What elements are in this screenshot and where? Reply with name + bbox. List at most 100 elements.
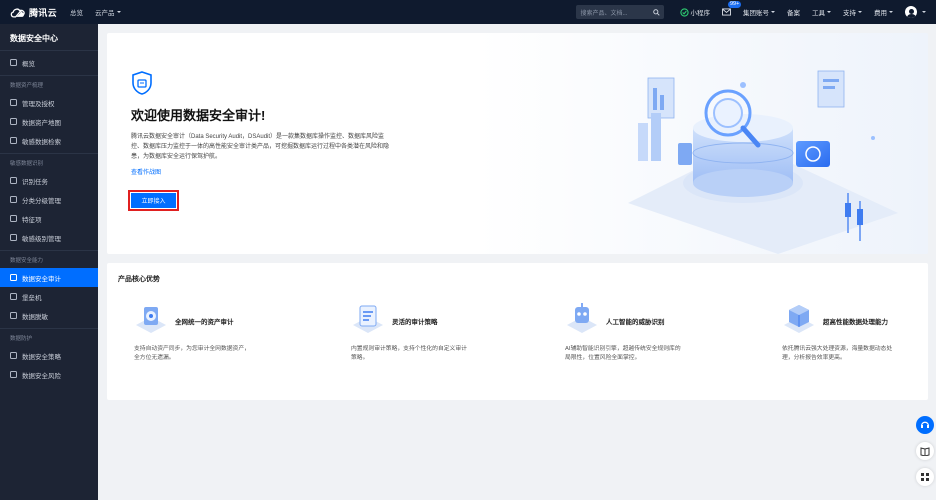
audit-icon bbox=[10, 274, 17, 281]
record-label: 备案 bbox=[787, 10, 800, 17]
overview-icon bbox=[10, 59, 17, 66]
sidebar-divider bbox=[0, 153, 98, 154]
sidebar-item-overview[interactable]: 概览 bbox=[0, 53, 98, 72]
sidebar-item-security-policy[interactable]: 数据安全策略 bbox=[0, 346, 98, 365]
map-icon bbox=[10, 118, 17, 125]
sidebar-item-label: 敏感数据检索 bbox=[22, 138, 61, 146]
sidebar-item-label: 数据脱敏 bbox=[22, 313, 48, 321]
mail-icon bbox=[722, 8, 731, 16]
sidebar-item-label: 特征项 bbox=[22, 216, 42, 224]
sidebar-item-label: 数据安全策略 bbox=[22, 353, 61, 361]
shield-icon bbox=[132, 71, 152, 95]
advantage-description: 支持自动资产同步，为您审计全网数据资产，全方位无遗漏。 bbox=[134, 346, 250, 361]
sidebar-item-bastion[interactable]: 堡垒机 bbox=[0, 287, 98, 306]
sidebar-item-label: 数据安全风险 bbox=[22, 372, 61, 380]
mini-program-label: 小程序 bbox=[690, 10, 711, 17]
access-now-button[interactable]: 立即接入 bbox=[128, 190, 179, 211]
task-icon bbox=[10, 177, 17, 184]
user-menu[interactable] bbox=[905, 6, 926, 18]
grid-icon bbox=[921, 473, 929, 481]
advantages-card: 产品核心优势 全网统一的资产审计 支持自动资产同步，为您审计全网数据资产，全方位… bbox=[107, 263, 928, 400]
sidebar-item-classification[interactable]: 分类分级管理 bbox=[0, 190, 98, 209]
hero-description: 腾讯云数据安全审计（Data Security Audit，DSAudit）是一… bbox=[131, 134, 390, 160]
customer-service-button[interactable] bbox=[916, 416, 934, 434]
sidebar-divider bbox=[0, 250, 98, 251]
audit-policy-icon bbox=[353, 305, 383, 333]
mini-program-button[interactable]: 小程序 bbox=[679, 7, 711, 17]
nav-products-label: 云产品 bbox=[95, 10, 115, 17]
sidebar-group-identify: 敏感数据识别 bbox=[10, 161, 44, 167]
sidebar-item-label: 敏感级别管理 bbox=[22, 235, 61, 243]
sidebar-divider bbox=[0, 50, 98, 51]
chevron-down-icon bbox=[116, 11, 121, 13]
sidebar-group-asset: 数据资产梳理 bbox=[10, 83, 44, 89]
advantage-name: 灵活的审计策略 bbox=[392, 319, 438, 326]
sidebar-item-sensitive-search[interactable]: 敏感数据检索 bbox=[0, 131, 98, 150]
account-menu[interactable]: 集团账号 bbox=[743, 7, 775, 17]
search-icon bbox=[10, 137, 17, 144]
advantages-title: 产品核心优势 bbox=[118, 276, 160, 283]
ai-threat-icon bbox=[567, 303, 597, 333]
message-count-badge: 99+ bbox=[728, 1, 742, 8]
chevron-down-icon bbox=[858, 11, 862, 13]
sidebar-item-security-risk[interactable]: 数据安全风险 bbox=[0, 365, 98, 384]
sidebar-item-label: 识别任务 bbox=[22, 178, 48, 186]
nav-products[interactable]: 云产品 bbox=[95, 7, 121, 17]
messages-button[interactable]: 99+ bbox=[722, 1, 742, 16]
sidebar-item-security-audit[interactable]: 数据安全审计 bbox=[0, 268, 98, 287]
advantage-description: AI辅助智能识别引擎，超越传统安全规则库的局限性，位置风险全面掌控。 bbox=[565, 346, 681, 361]
sidebar: 数据安全中心 概览 数据资产梳理 管理及授权 数据资产地图 敏感数据检索 敏感数… bbox=[0, 24, 98, 500]
asset-audit-icon bbox=[136, 307, 166, 333]
sidebar-item-label: 概览 bbox=[22, 60, 35, 68]
tools-menu[interactable]: 工具 bbox=[812, 7, 831, 17]
tag-icon bbox=[10, 215, 17, 222]
sidebar-item-sensitivity-levels[interactable]: 敏感级别管理 bbox=[0, 228, 98, 247]
brand-name: 腾讯云 bbox=[29, 7, 57, 18]
sidebar-divider bbox=[0, 328, 98, 329]
advantage-description: 内置规则审计策略，支持个性化的自定义审计策略。 bbox=[351, 346, 467, 361]
headset-icon bbox=[920, 421, 930, 428]
database-illustration bbox=[628, 70, 898, 254]
performance-icon bbox=[784, 305, 814, 333]
support-label: 支持 bbox=[843, 10, 856, 17]
docs-button[interactable] bbox=[916, 442, 934, 460]
sidebar-item-label: 管理及授权 bbox=[22, 100, 55, 108]
logo[interactable]: 腾讯云 bbox=[0, 6, 64, 19]
nav-overview[interactable]: 总览 bbox=[70, 7, 83, 17]
search-icon[interactable] bbox=[652, 8, 660, 16]
support-menu[interactable]: 支持 bbox=[843, 7, 862, 17]
risk-icon bbox=[10, 371, 17, 378]
sidebar-item-label: 数据资产地图 bbox=[22, 119, 61, 127]
mask-icon bbox=[10, 312, 17, 319]
hero-title: 欢迎使用数据安全审计! bbox=[131, 108, 266, 123]
billing-label: 费用 bbox=[874, 10, 887, 17]
advantage-description: 依托腾讯云强大处理资源，海量数据动态处理，分析报告效率更高。 bbox=[782, 346, 893, 361]
top-bar: 腾讯云 总览 云产品 搜索产品、文档... 小程序 99+ 集团账号 备案 工具… bbox=[0, 0, 936, 24]
sidebar-divider bbox=[0, 75, 98, 76]
more-button[interactable] bbox=[916, 468, 934, 486]
billing-menu[interactable]: 费用 bbox=[874, 7, 893, 17]
sidebar-item-features[interactable]: 特征项 bbox=[0, 209, 98, 228]
sidebar-item-identify-task[interactable]: 识别任务 bbox=[0, 171, 98, 190]
level-icon bbox=[10, 234, 17, 241]
sidebar-item-asset-map[interactable]: 数据资产地图 bbox=[0, 112, 98, 131]
chevron-down-icon bbox=[889, 11, 893, 13]
sidebar-title: 数据安全中心 bbox=[10, 34, 58, 43]
advantage-name: 超高性能数据处理能力 bbox=[823, 319, 888, 326]
view-diagram-link[interactable]: 查看作战图 bbox=[131, 167, 161, 176]
advantage-name: 全网统一的资产审计 bbox=[175, 319, 234, 326]
layers-icon bbox=[10, 196, 17, 203]
sidebar-group-capability: 数据安全能力 bbox=[10, 258, 44, 264]
record-link[interactable]: 备案 bbox=[787, 7, 800, 17]
bastion-icon bbox=[10, 293, 17, 300]
sidebar-item-label: 分类分级管理 bbox=[22, 197, 61, 205]
sidebar-item-authorization[interactable]: 管理及授权 bbox=[0, 93, 98, 112]
sidebar-item-masking[interactable]: 数据脱敏 bbox=[0, 306, 98, 325]
sidebar-group-protection: 数据防护 bbox=[10, 336, 33, 342]
policy-icon bbox=[10, 352, 17, 359]
search-input[interactable]: 搜索产品、文档... bbox=[575, 5, 664, 19]
mini-program-icon bbox=[679, 7, 689, 17]
hero-card: 欢迎使用数据安全审计! 腾讯云数据安全审计（Data Security Audi… bbox=[107, 33, 928, 254]
chevron-down-icon bbox=[771, 11, 775, 13]
chevron-down-icon bbox=[922, 11, 926, 13]
